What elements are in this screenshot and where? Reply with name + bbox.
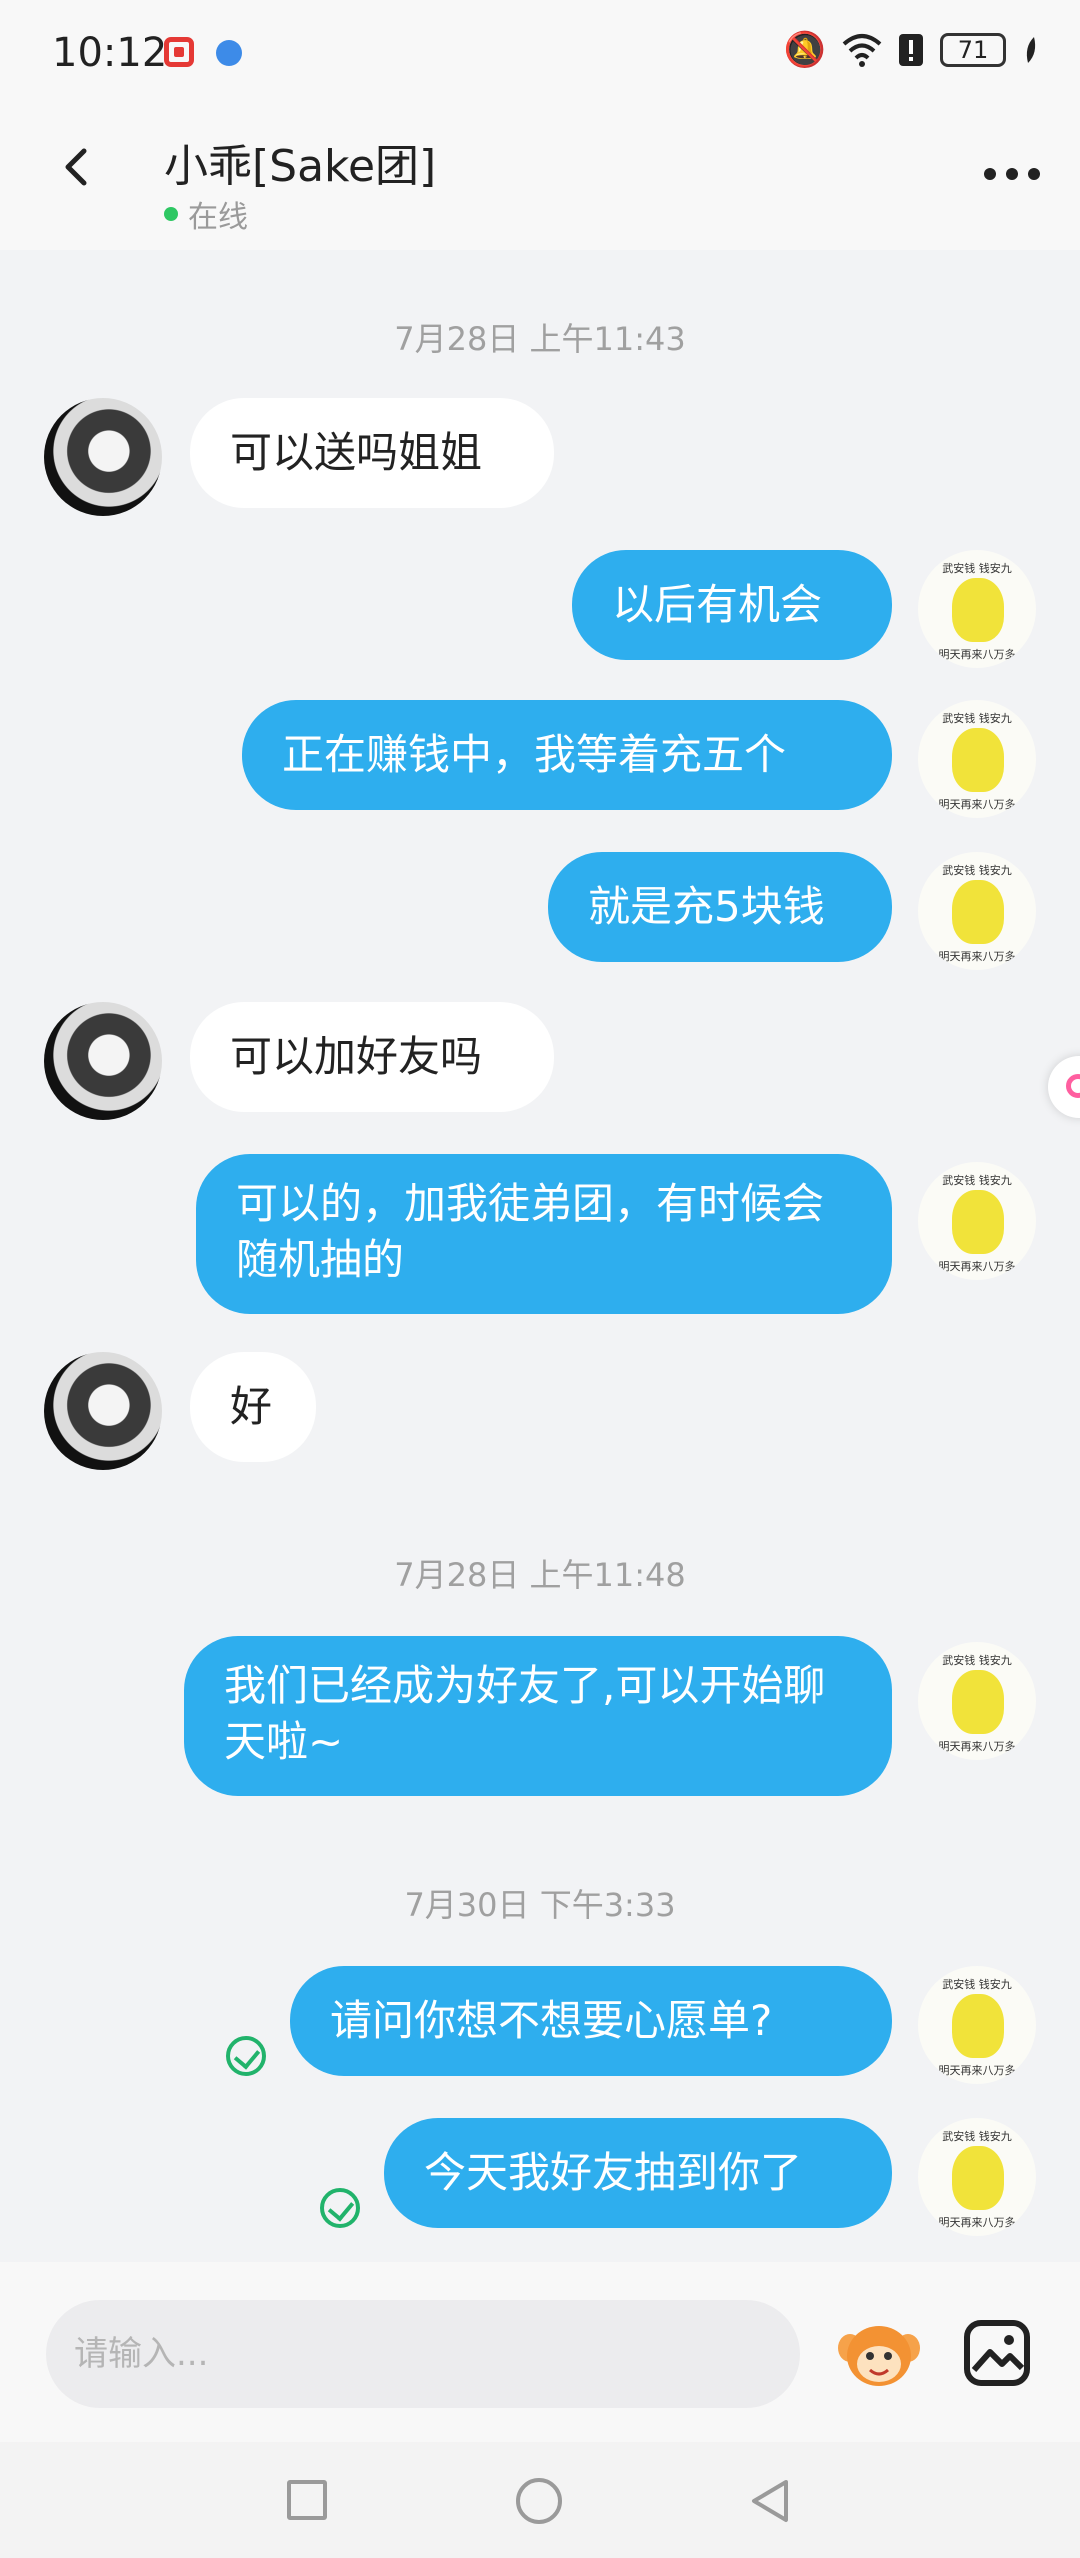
contact-avatar[interactable] xyxy=(44,1002,162,1120)
message-bubble-sent[interactable]: 可以的，加我徒弟团，有时候会随机抽的 xyxy=(196,1154,892,1314)
my-avatar[interactable]: 武安钱 钱安九 明天再来八万多 xyxy=(918,1162,1036,1280)
my-avatar[interactable]: 武安钱 钱安九 明天再来八万多 xyxy=(918,1642,1036,1760)
timestamp: 7月28日 上午11:43 xyxy=(394,320,686,358)
message-bubble-received[interactable]: 好 xyxy=(190,1352,316,1462)
chat-message-list[interactable]: 7月28日 上午11:43 可以送吗姐姐 以后有机会 武安钱 钱安九 明天再来八… xyxy=(0,250,1080,2262)
more-options-icon[interactable] xyxy=(984,168,1040,180)
battery-indicator: 71 xyxy=(940,33,1006,67)
message-bubble-sent[interactable]: 今天我好友抽到你了 xyxy=(384,2118,892,2228)
back-button[interactable] xyxy=(748,2478,792,2524)
message-bubble-sent[interactable]: 正在赚钱中，我等着充五个 xyxy=(242,700,892,810)
my-avatar[interactable]: 武安钱 钱安九 明天再来八万多 xyxy=(918,852,1036,970)
message-input[interactable] xyxy=(46,2300,800,2408)
timestamp: 7月28日 上午11:48 xyxy=(394,1556,686,1594)
online-status-label: 在线 xyxy=(188,200,248,235)
message-bubble-sent[interactable]: 我们已经成为好友了,可以开始聊天啦~ xyxy=(184,1636,892,1796)
status-bar: 10:12 🔕 71 xyxy=(0,0,1080,110)
message-bubble-sent[interactable]: 就是充5块钱 xyxy=(548,852,892,962)
online-dot-icon xyxy=(164,207,178,221)
floating-assistant-button[interactable] xyxy=(1048,1056,1080,1118)
message-bubble-received[interactable]: 可以送吗姐姐 xyxy=(190,398,554,508)
mute-icon: 🔕 xyxy=(783,30,826,70)
my-avatar[interactable]: 武安钱 钱安九 明天再来八万多 xyxy=(918,1966,1036,2084)
status-icons: 🔕 71 xyxy=(784,30,1040,70)
status-time: 10:12 xyxy=(52,30,168,76)
system-navigation-bar xyxy=(0,2442,1080,2558)
contact-avatar[interactable] xyxy=(44,1352,162,1470)
read-check-icon xyxy=(226,2036,266,2076)
back-arrow-icon[interactable] xyxy=(58,148,96,186)
contact-name: 小乖[Sake团] xyxy=(164,141,437,192)
message-input-bar xyxy=(0,2262,1080,2442)
online-status: 在线 xyxy=(164,192,248,236)
image-picker-icon[interactable] xyxy=(962,2318,1032,2388)
my-avatar[interactable]: 武安钱 钱安九 明天再来八万多 xyxy=(918,2118,1036,2236)
charging-leaf-icon xyxy=(1026,37,1036,63)
message-bubble-sent[interactable]: 以后有机会 xyxy=(572,550,892,660)
timestamp: 7月30日 下午3:33 xyxy=(404,1886,676,1924)
notification-browser-icon xyxy=(216,40,242,66)
recent-apps-button[interactable] xyxy=(287,2480,327,2520)
wifi-icon xyxy=(842,34,882,67)
read-check-icon xyxy=(320,2188,360,2228)
contact-avatar[interactable] xyxy=(44,398,162,516)
notification-app-icon xyxy=(164,37,194,67)
message-bubble-sent[interactable]: 请问你想不想要心愿单? xyxy=(290,1966,892,2076)
home-button[interactable] xyxy=(516,2478,562,2524)
alert-icon xyxy=(899,34,923,66)
my-avatar[interactable]: 武安钱 钱安九 明天再来八万多 xyxy=(918,550,1036,668)
sticker-emoji-icon[interactable] xyxy=(836,2316,922,2392)
my-avatar[interactable]: 武安钱 钱安九 明天再来八万多 xyxy=(918,700,1036,818)
message-bubble-received[interactable]: 可以加好友吗 xyxy=(190,1002,554,1112)
chat-header: 小乖[Sake团] 在线 xyxy=(0,110,1080,250)
